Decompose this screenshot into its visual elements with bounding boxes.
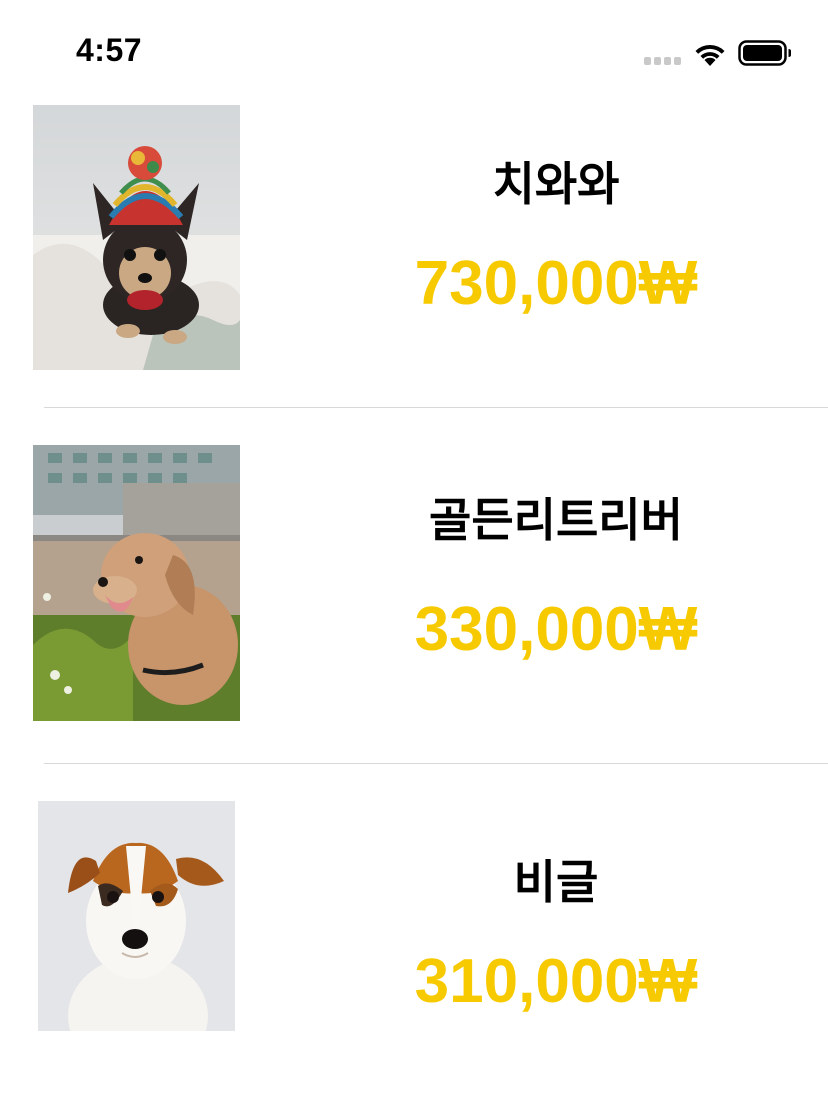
beagle-photo xyxy=(38,801,235,1031)
item-name: 골든리트리버 xyxy=(429,493,683,547)
item-price: 310,000₩ xyxy=(414,947,698,1016)
list-item[interactable]: 비글 310,000₩ xyxy=(0,764,828,1118)
item-name: 치와와 xyxy=(492,157,620,211)
status-time: 4:57 xyxy=(76,32,143,68)
battery-icon xyxy=(738,40,791,66)
list-item[interactable]: 골든리트리버 330,000₩ xyxy=(0,408,828,764)
chihuahua-photo xyxy=(33,105,240,370)
wifi-icon xyxy=(695,44,725,66)
status-bar: 4:57 xyxy=(0,0,828,88)
item-price: 330,000₩ xyxy=(414,595,698,664)
item-name: 비글 xyxy=(513,855,599,909)
item-price: 730,000₩ xyxy=(414,249,698,318)
list-item[interactable]: 치와와 730,000₩ xyxy=(0,88,828,408)
golden-retriever-photo xyxy=(33,445,240,721)
signal-icon xyxy=(644,57,681,65)
